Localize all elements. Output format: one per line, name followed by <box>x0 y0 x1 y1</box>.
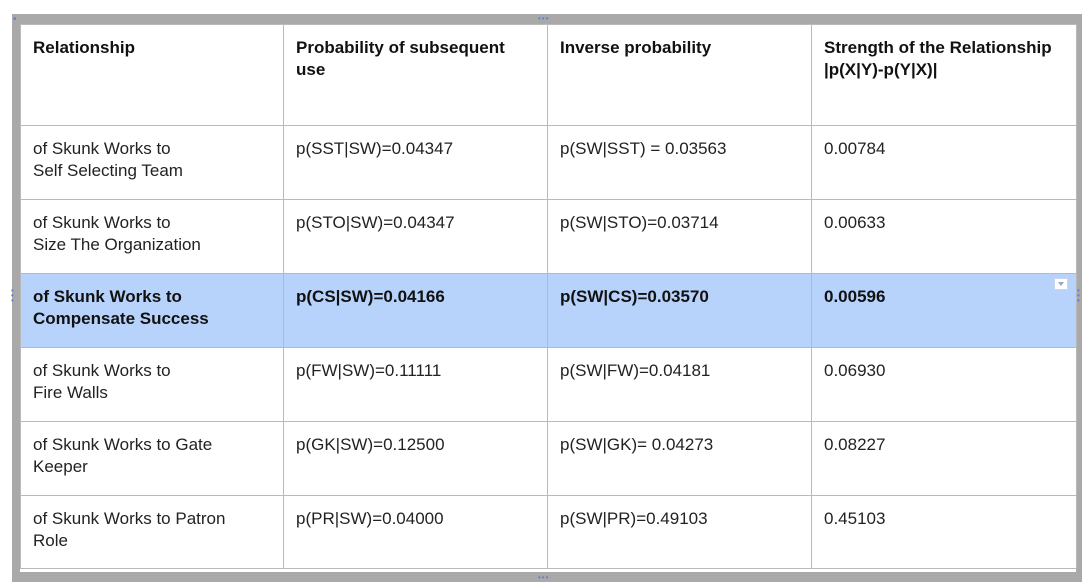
cell-probability[interactable]: p(FW|SW)=0.11111 <box>283 347 548 422</box>
table-row[interactable]: of Skunk Works to Gate Keeper p(GK|SW)=0… <box>20 421 1077 496</box>
cell-probability[interactable]: p(CS|SW)=0.04166 <box>283 273 548 348</box>
table-selection-frame[interactable]: Relationship Probability of subsequent u… <box>12 14 1082 582</box>
cell-strength[interactable]: 0.08227 <box>811 421 1077 496</box>
cell-inverse-probability[interactable]: p(SW|CS)=0.03570 <box>547 273 812 348</box>
relationship-table: Relationship Probability of subsequent u… <box>20 24 1077 569</box>
table-row-selected[interactable]: of Skunk Works to Compensate Success p(C… <box>20 273 1077 348</box>
chevron-down-icon[interactable] <box>1054 278 1068 290</box>
header-relationship[interactable]: Relationship <box>20 24 284 126</box>
right-dots-handle-icon[interactable]: • • • <box>1077 287 1081 305</box>
left-dots-handle-icon[interactable]: • • • <box>11 287 15 305</box>
cell-strength[interactable]: 0.00784 <box>811 125 1077 200</box>
cell-inverse-probability[interactable]: p(SW|GK)= 0.04273 <box>547 421 812 496</box>
table-row[interactable]: of Skunk Works to Self Selecting Team p(… <box>20 125 1077 200</box>
top-dots-handle-icon[interactable]: ••• <box>538 14 549 24</box>
bottom-dots-handle-icon[interactable]: ••• <box>538 573 549 583</box>
header-inverse-probability[interactable]: Inverse probability <box>547 24 812 126</box>
cell-probability[interactable]: p(STO|SW)=0.04347 <box>283 199 548 274</box>
cell-strength-value: 0.00596 <box>824 287 886 306</box>
header-probability-subsequent-use[interactable]: Probability of subsequent use <box>283 24 548 126</box>
cell-strength[interactable]: 0.45103 <box>811 495 1077 569</box>
cell-inverse-probability[interactable]: p(SW|FW)=0.04181 <box>547 347 812 422</box>
table-container: Relationship Probability of subsequent u… <box>20 24 1077 572</box>
cell-relationship[interactable]: of Skunk Works to Fire Walls <box>20 347 284 422</box>
cell-strength[interactable]: 0.00596 <box>811 273 1077 348</box>
cell-probability[interactable]: p(GK|SW)=0.12500 <box>283 421 548 496</box>
cell-relationship[interactable]: of Skunk Works to Gate Keeper <box>20 421 284 496</box>
table-row[interactable]: of Skunk Works to Patron Role p(PR|SW)=0… <box>20 495 1077 569</box>
table-row[interactable]: of Skunk Works to Fire Walls p(FW|SW)=0.… <box>20 347 1077 422</box>
cell-relationship[interactable]: of Skunk Works to Patron Role <box>20 495 284 569</box>
cell-relationship[interactable]: of Skunk Works to Size The Organization <box>20 199 284 274</box>
cell-strength[interactable]: 0.06930 <box>811 347 1077 422</box>
cell-probability[interactable]: p(SST|SW)=0.04347 <box>283 125 548 200</box>
header-row: Relationship Probability of subsequent u… <box>20 24 1077 126</box>
cell-probability[interactable]: p(PR|SW)=0.04000 <box>283 495 548 569</box>
top-left-dot-handle-icon[interactable]: • <box>13 15 18 25</box>
cell-strength[interactable]: 0.00633 <box>811 199 1077 274</box>
table-row[interactable]: of Skunk Works to Size The Organization … <box>20 199 1077 274</box>
cell-relationship[interactable]: of Skunk Works to Compensate Success <box>20 273 284 348</box>
cell-inverse-probability[interactable]: p(SW|PR)=0.49103 <box>547 495 812 569</box>
cell-relationship[interactable]: of Skunk Works to Self Selecting Team <box>20 125 284 200</box>
cell-inverse-probability[interactable]: p(SW|STO)=0.03714 <box>547 199 812 274</box>
header-strength[interactable]: Strength of the Relationship |p(X|Y)-p(Y… <box>811 24 1077 126</box>
cell-inverse-probability[interactable]: p(SW|SST) = 0.03563 <box>547 125 812 200</box>
